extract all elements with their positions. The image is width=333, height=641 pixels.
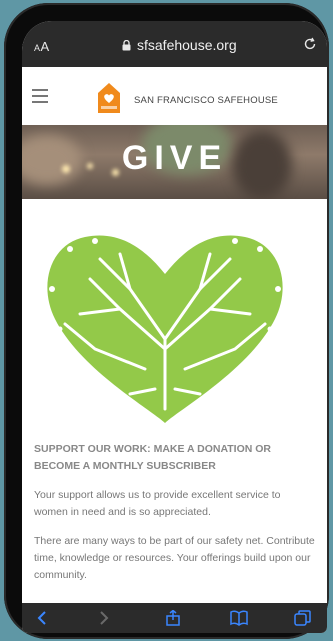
site-header: SAN FRANCISCO SAFEHOUSE <box>22 67 327 125</box>
reload-icon[interactable] <box>303 37 317 51</box>
phone-frame: AA sfsafehouse.org SAN FRANCISCO SAFEHOU… <box>4 3 329 639</box>
forward-icon[interactable] <box>94 610 112 626</box>
tabs-icon[interactable] <box>294 610 312 626</box>
lock-icon <box>122 39 131 50</box>
support-heading: SUPPORT OUR WORK: MAKE A DONATION OR BEC… <box>34 443 272 472</box>
url-field[interactable]: sfsafehouse.org <box>122 37 237 53</box>
browser-toolbar <box>22 603 327 633</box>
url-text: sfsafehouse.org <box>137 37 237 53</box>
back-icon[interactable] <box>34 610 52 626</box>
support-paragraph-2: There are many ways to be part of our sa… <box>34 535 315 581</box>
text-size-large-label: A <box>40 39 50 54</box>
browser-screen: AA sfsafehouse.org SAN FRANCISCO SAFEHOU… <box>22 21 327 633</box>
heart-of-hands-image <box>47 235 283 423</box>
menu-icon[interactable] <box>32 89 48 103</box>
address-bar[interactable]: AA sfsafehouse.org <box>22 21 327 67</box>
support-paragraph-1: Your support allows us to provide excell… <box>34 489 281 518</box>
bookmarks-icon[interactable] <box>230 610 248 626</box>
give-content: SUPPORT OUR WORK: MAKE A DONATION OR BEC… <box>34 441 316 596</box>
site-name[interactable]: SAN FRANCISCO SAFEHOUSE <box>134 95 278 106</box>
share-icon[interactable] <box>164 610 182 626</box>
hero-title: GIVE <box>121 139 228 177</box>
text-size-button[interactable]: AA <box>34 39 50 54</box>
safehouse-logo[interactable] <box>98 83 120 113</box>
hero-banner: GIVE <box>22 125 327 199</box>
